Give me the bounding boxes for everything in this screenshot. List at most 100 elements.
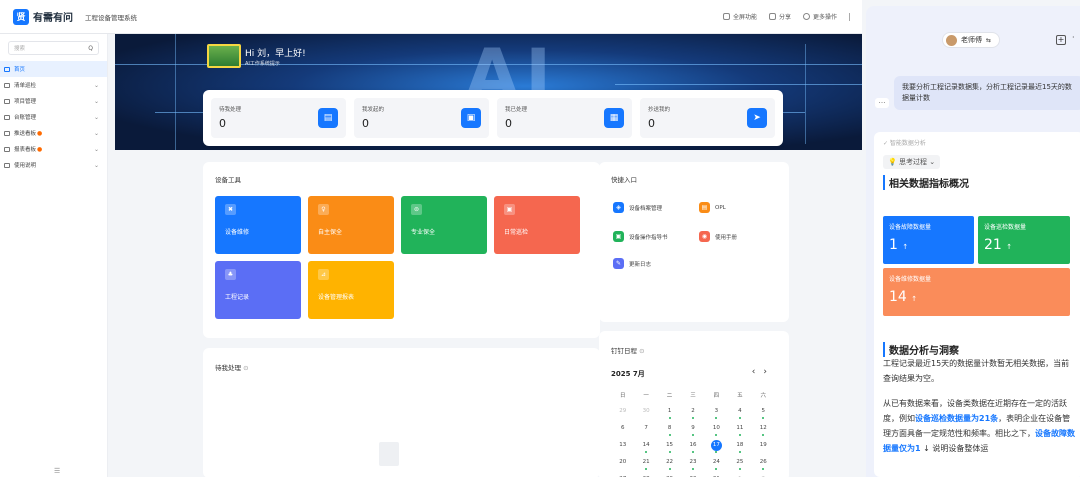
quick-operation-guide[interactable]: ▣ 设备操作指导书 xyxy=(613,231,668,242)
calendar-day[interactable]: 25 xyxy=(728,459,751,470)
calendar-day[interactable]: 26 xyxy=(752,459,775,470)
calendar-month: 2025 7月 xyxy=(611,370,645,378)
top-actions: 全屏功能 分享 更多操作 xyxy=(722,12,850,21)
circuit-line xyxy=(805,44,806,144)
quick-changelog[interactable]: ✎ 更新日志 xyxy=(613,258,651,269)
collapse-sidebar-icon[interactable]: ☰ xyxy=(54,467,60,475)
calendar-day[interactable]: 15 xyxy=(658,442,681,453)
calendar-day[interactable]: 29 xyxy=(611,408,634,416)
calendar-day[interactable]: 11 xyxy=(728,425,751,436)
calendar-day[interactable]: 16 xyxy=(681,442,704,453)
users-icon: ♣ xyxy=(225,269,236,280)
fullscreen-icon xyxy=(722,13,730,20)
more-icon[interactable]: · xyxy=(1072,33,1075,42)
divider-icon xyxy=(849,12,850,21)
document-icon: ▤ xyxy=(699,202,710,213)
stat-cc[interactable]: 抄送我的 0 ➤ xyxy=(640,98,775,138)
guide-icon: ▣ xyxy=(613,231,624,242)
circuit-line xyxy=(615,84,862,85)
folder-icon xyxy=(4,162,10,168)
ai-assistant-panel: 老师傅 ⇆ + · 我要分析工程记录数据集，分析工程记录最近15天的数据量计数 … xyxy=(866,6,1080,477)
tool-equipment-report[interactable]: ⊿ 设备管理报表 xyxy=(308,261,394,319)
metric-card: 设备故障数据量 1 ↑ xyxy=(883,216,974,264)
sidebar-item-inspection[interactable]: 清单巡检 ⌄ xyxy=(0,77,107,93)
tool-self-maintenance[interactable]: ♀ 自主保全 xyxy=(308,196,394,254)
calendar-day[interactable]: 20 xyxy=(611,459,634,467)
chevron-down-icon: ⌄ xyxy=(929,158,936,166)
chart-icon: ⊿ xyxy=(318,269,329,280)
calendar-day[interactable]: 5 xyxy=(752,408,775,419)
quick-entry-card: 快捷入口 ◈ 设备档案管理 ▤ OPL ▣ 设备操作指导书 ◉ 使用手册 ✎ 更新日志 xyxy=(599,162,789,322)
calendar-day[interactable]: 6 xyxy=(611,425,634,433)
card-title: 设备工具 xyxy=(215,176,241,184)
more-actions-button[interactable]: 更多操作 xyxy=(802,12,837,21)
calendar-day[interactable]: 1 xyxy=(658,408,681,419)
analysis-paragraph: 从已有数据来看，设备类数据在近期存在一定的活跃度，例如设备巡检数据量为21条，表… xyxy=(883,399,1075,453)
folder-icon xyxy=(4,146,10,152)
metric-card: 设备维修数据量 14 ↑ xyxy=(883,268,1070,316)
next-month-icon[interactable]: › xyxy=(763,367,775,377)
tool-engineering-records[interactable]: ♣ 工程记录 xyxy=(215,261,301,319)
weekday-label: 四 xyxy=(713,393,720,399)
tool-equipment-repair[interactable]: ✖ 设备维修 xyxy=(215,196,301,254)
sidebar-item-push-board[interactable]: 推送看板 ● ⌄ xyxy=(0,125,107,141)
sidebar: 搜索 Q 首页 清单巡检 ⌄ 项目管理 ⌄ 台账管理 ⌄ 推送看板 ● ⌄ 报表看板 ● ⌄ … xyxy=(0,34,108,477)
task-stats: 待我处理 0 ▤ 我发起的 0 ▣ 我已处理 0 ▦ 抄送我的 0 ➤ xyxy=(203,90,783,146)
new-chat-icon[interactable]: + xyxy=(1056,35,1066,45)
stat-pending[interactable]: 待我处理 0 ▤ xyxy=(211,98,346,138)
folder-icon xyxy=(4,114,10,120)
sidebar-item-ledger[interactable]: 台账管理 ⌄ xyxy=(0,109,107,125)
prev-month-icon[interactable]: ‹ xyxy=(752,367,764,377)
calendar-day[interactable]: 4 xyxy=(728,408,751,419)
folder-icon xyxy=(4,98,10,104)
calendar-day[interactable]: 8 xyxy=(658,425,681,436)
analysis-tag: ✓ 智能数据分析 xyxy=(883,140,926,147)
calendar-day[interactable]: 23 xyxy=(681,459,704,470)
share-button[interactable]: 分享 xyxy=(768,12,791,21)
calendar-day[interactable]: 24 xyxy=(705,459,728,470)
sidebar-item-home[interactable]: 首页 xyxy=(0,61,107,77)
calendar-icon: ▣ xyxy=(504,204,515,215)
calendar-day[interactable]: 22 xyxy=(658,459,681,470)
calendar-day[interactable]: 14 xyxy=(634,442,657,453)
stat-initiated[interactable]: 我发起的 0 ▣ xyxy=(354,98,489,138)
quick-opl[interactable]: ▤ OPL xyxy=(699,202,726,213)
calendar-day[interactable]: 13 xyxy=(611,442,634,450)
switch-icon: ⇆ xyxy=(986,36,992,44)
calendar-day[interactable]: 17 xyxy=(705,440,728,453)
calendar-day[interactable]: 2 xyxy=(681,408,704,419)
tool-daily-inspection[interactable]: ▣ 日常巡检 xyxy=(494,196,580,254)
calendar-day[interactable]: 30 xyxy=(634,408,657,416)
calendar-day[interactable]: 9 xyxy=(681,425,704,436)
sidebar-item-report-board[interactable]: 报表看板 ● ⌄ xyxy=(0,141,107,157)
info-icon: ⊙ xyxy=(243,364,249,372)
tool-professional-maintenance[interactable]: ⊜ 专业保全 xyxy=(401,196,487,254)
quick-user-manual[interactable]: ◉ 使用手册 xyxy=(699,231,737,242)
analysis-paragraph: 工程记录最近15天的数据量计数暂无相关数据，当前查询结果为空。 xyxy=(883,359,1070,383)
think-process-toggle[interactable]: 💡 思考过程 ⌄ xyxy=(883,155,941,169)
calendar-day[interactable]: 7 xyxy=(634,425,657,433)
greeting: Hi 刘，早上好! AI工作系统提示 xyxy=(207,44,306,68)
trend-up-icon: ↑ xyxy=(902,243,909,251)
clipboard-icon: ▤ xyxy=(318,108,338,128)
stat-handled[interactable]: 我已处理 0 ▦ xyxy=(497,98,632,138)
card-title: 待我处理 xyxy=(215,364,241,372)
agent-selector[interactable]: 老师傅 ⇆ xyxy=(942,32,1001,48)
sidebar-item-projects[interactable]: 项目管理 ⌄ xyxy=(0,93,107,109)
calendar-day[interactable]: 18 xyxy=(728,442,751,453)
calendar-day[interactable]: 21 xyxy=(634,459,657,470)
card-title: 钉钉日程 xyxy=(611,347,637,355)
calendar-day[interactable]: 12 xyxy=(752,425,775,436)
more-options-icon[interactable]: … xyxy=(875,98,889,108)
quick-equipment-archive[interactable]: ◈ 设备档案管理 xyxy=(613,202,662,213)
person-icon: ♀ xyxy=(318,204,329,215)
app-logo[interactable]: 贤 有需有问 xyxy=(13,8,73,25)
chevron-down-icon: ⌄ xyxy=(93,81,99,89)
calendar-day[interactable]: 3 xyxy=(705,408,728,419)
fullscreen-button[interactable]: 全屏功能 xyxy=(722,12,757,21)
calendar-day[interactable]: 19 xyxy=(752,442,775,450)
search-input[interactable]: 搜索 Q xyxy=(8,41,99,55)
weekday-label: 五 xyxy=(737,393,743,399)
calendar-day[interactable]: 10 xyxy=(705,425,728,436)
sidebar-item-manual[interactable]: 使用说明 ⌄ xyxy=(0,157,107,173)
